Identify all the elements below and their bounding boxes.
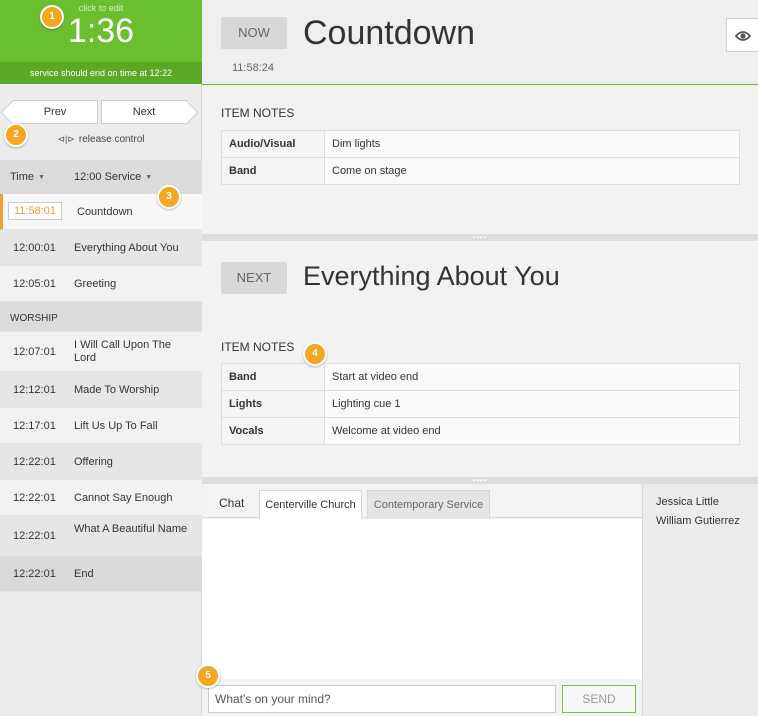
chat-messages[interactable]: [202, 519, 642, 679]
item-time: 12:05:01: [13, 278, 56, 290]
note-row: Audio/Visual Dim lights: [221, 130, 740, 158]
item-name: I Will Call Upon The Lord: [74, 339, 171, 364]
plan-item-list: 11:58:01 Countdown 12:00:01 Everything A…: [0, 194, 202, 592]
now-notes-label: ITEM NOTES: [221, 106, 295, 120]
callout-badge: 4: [303, 342, 327, 366]
prev-button[interactable]: Prev: [12, 100, 98, 124]
item-time: 12:07:01: [13, 346, 56, 358]
next-notes-table: Band Start at video end Lights Lighting …: [221, 363, 740, 445]
next-button-label: Next: [132, 106, 156, 118]
callout-badge: 5: [196, 664, 220, 688]
note-value: Welcome at video end: [324, 417, 740, 445]
item-time: 12:22:01: [13, 492, 56, 504]
now-title: Countdown: [303, 14, 476, 52]
next-title: Everything About You: [303, 261, 560, 291]
main-panel: NOW Countdown 11:58:24 ITEM NOTES Audio/…: [202, 0, 758, 716]
item-time: 12:17:01: [13, 420, 56, 432]
note-value: Start at video end: [324, 363, 740, 391]
item-name: Lift Us Up To Fall: [74, 420, 158, 432]
time-header-label: Time: [10, 171, 35, 183]
item-name: What A Beautiful Name: [74, 523, 188, 535]
current-clock: 11:58:24: [232, 62, 275, 74]
item-time: 12:22:01: [13, 530, 56, 542]
caret-down-icon: ▼: [145, 174, 153, 181]
note-key: Audio/Visual: [221, 130, 325, 158]
grip-dots-icon: ••••: [472, 476, 488, 485]
eye-icon: [734, 31, 752, 41]
tab-centerville-church[interactable]: Centerville Church: [259, 490, 362, 519]
nav-buttons: Prev Next: [12, 100, 188, 124]
note-row: Band Come on stage: [221, 157, 740, 185]
release-arrows-icon: ⊲|⊳: [57, 134, 75, 144]
prev-button-label: Prev: [43, 106, 67, 118]
note-row: Vocals Welcome at video end: [221, 417, 740, 445]
item-name: Countdown: [77, 206, 133, 218]
plan-item-row[interactable]: 12:05:01 Greeting: [0, 266, 202, 302]
service-header-label: 12:00 Service: [74, 171, 142, 183]
eye-button[interactable]: [726, 18, 758, 52]
callout-badge: 1: [40, 5, 64, 29]
note-key: Band: [221, 157, 325, 185]
note-row: Band Start at video end: [221, 363, 740, 391]
plan-item-row[interactable]: 12:07:01 I Will Call Upon The Lord: [0, 332, 202, 372]
send-button[interactable]: SEND: [562, 685, 636, 713]
plan-item-row[interactable]: 12:22:01 What A Beautiful Name: [0, 516, 202, 556]
callout-badge: 3: [157, 185, 181, 209]
grip-dots-icon: ••••: [472, 233, 488, 242]
now-tag: NOW: [221, 17, 287, 49]
note-key: Band: [221, 363, 325, 391]
item-name: Offering: [74, 456, 113, 468]
note-row: Lights Lighting cue 1: [221, 390, 740, 418]
next-button[interactable]: Next: [101, 100, 187, 124]
section-header: WORSHIP: [0, 302, 202, 332]
next-notes-label: ITEM NOTES: [221, 340, 295, 354]
release-control-label: release control: [78, 134, 145, 145]
service-selector[interactable]: 12:00 Service ▼: [74, 171, 152, 183]
section-label: WORSHIP: [10, 313, 58, 324]
item-time: 12:12:01: [13, 384, 56, 396]
note-value: Lighting cue 1: [324, 390, 740, 418]
item-name: Greeting: [74, 278, 117, 290]
resize-handle[interactable]: ••••: [202, 476, 758, 485]
plan-item-row[interactable]: 12:12:01 Made To Worship: [0, 372, 202, 408]
plan-item-row[interactable]: 12:22:01 End: [0, 556, 202, 592]
now-header: NOW Countdown 11:58:24: [202, 0, 758, 85]
item-name: Everything About You: [74, 242, 179, 254]
item-time: 12:00:01: [13, 242, 56, 254]
plan-item-row[interactable]: 12:17:01 Lift Us Up To Fall: [0, 408, 202, 444]
next-tag: NEXT: [221, 262, 287, 294]
chat-area: Chat Centerville Church Contemporary Ser…: [202, 484, 642, 716]
item-name: Cannot Say Enough: [74, 492, 173, 504]
now-notes-table: Audio/Visual Dim lights Band Come on sta…: [221, 130, 740, 185]
user-list: Jessica Little William Gutierrez: [642, 484, 758, 716]
release-control-link[interactable]: ⊲|⊳ release control: [0, 134, 202, 145]
user-item[interactable]: Jessica Little: [656, 496, 719, 508]
item-name: End: [74, 568, 94, 580]
timer-value[interactable]: 1:36: [0, 12, 202, 51]
plan-item-row[interactable]: 12:00:01 Everything About You: [0, 230, 202, 266]
note-value: Come on stage: [324, 157, 740, 185]
sidebar: click to edit 1:36 service should end on…: [0, 0, 202, 716]
plan-item-row[interactable]: 12:22:01 Cannot Say Enough: [0, 480, 202, 516]
countdown-timer[interactable]: click to edit 1:36 service should end on…: [0, 0, 202, 84]
chat-input[interactable]: [208, 685, 556, 713]
tab-contemporary-service[interactable]: Contemporary Service: [367, 490, 490, 519]
item-name: Made To Worship: [74, 384, 160, 396]
note-key: Vocals: [221, 417, 325, 445]
time-column-header[interactable]: Time ▼: [10, 171, 45, 183]
timer-status: service should end on time at 12:22: [0, 62, 202, 84]
item-time: 11:58:01: [8, 202, 63, 220]
note-value: Dim lights: [324, 130, 740, 158]
note-key: Lights: [221, 390, 325, 418]
callout-badge: 2: [4, 123, 28, 147]
caret-down-icon: ▼: [38, 174, 45, 181]
item-time: 12:22:01: [13, 568, 56, 580]
plan-item-row[interactable]: 12:22:01 Offering: [0, 444, 202, 480]
chat-tabs: Chat Centerville Church Contemporary Ser…: [202, 484, 642, 519]
item-time: 12:22:01: [13, 456, 56, 468]
user-item[interactable]: William Gutierrez: [656, 515, 740, 527]
chat-label: Chat: [219, 496, 245, 510]
resize-handle[interactable]: ••••: [202, 233, 758, 242]
